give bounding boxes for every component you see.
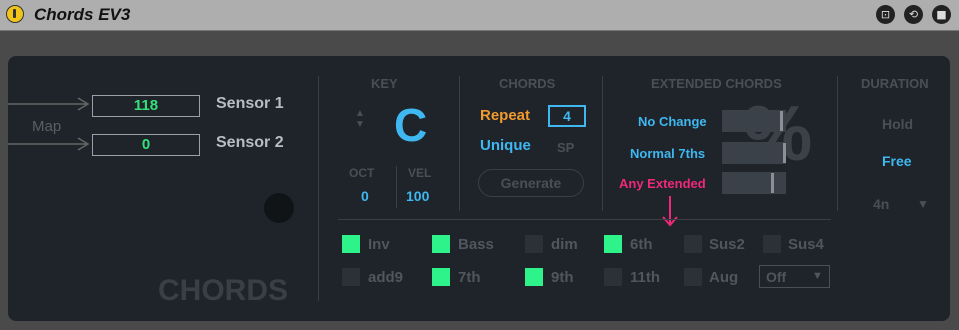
ext-slider-normal-7ths[interactable] [722,142,786,164]
vel-value[interactable]: 100 [406,188,429,204]
map-label: Map [32,118,62,135]
key-stepper-icon[interactable]: ▲ ▼ [355,108,365,130]
11th-label: 11th [630,269,661,286]
divider [396,166,397,208]
save-icon[interactable]: ■ [932,5,951,24]
ext-option-any-extended[interactable]: Any Extended [619,176,706,191]
ext-slider-no-change[interactable] [722,110,786,132]
duration-header: DURATION [861,76,929,91]
repeat-label[interactable]: Repeat [480,107,530,124]
inv-label: Inv [368,236,390,253]
aug-checkbox[interactable] [684,268,702,286]
sp-label[interactable]: SP [557,140,574,155]
vel-label: VEL [408,166,432,180]
inv-checkbox[interactable] [342,235,360,253]
11th-checkbox[interactable] [604,268,622,286]
divider [602,76,603,211]
knob[interactable] [264,193,294,223]
slider-marker [771,173,774,193]
sensor2-label: Sensor 2 [216,134,284,151]
9th-checkbox[interactable] [525,268,543,286]
divider [318,76,319,301]
bass-label: Bass [458,236,494,253]
slider-marker [783,143,786,163]
duration-hold[interactable]: Hold [882,116,913,132]
key-note[interactable]: C [394,98,427,152]
ext-slider-any-extended[interactable] [722,172,786,194]
add9-checkbox[interactable] [342,268,360,286]
duration-free[interactable]: Free [882,153,912,169]
7th-checkbox[interactable] [432,268,450,286]
add9-label: add9 [368,269,404,286]
key-header: KEY [371,76,398,91]
aug-label: Aug [709,269,739,286]
duration-note-value[interactable]: 4n [873,196,889,212]
off-select[interactable]: Off ▼ [759,265,830,288]
sensor1-value[interactable]: 118 [92,95,200,117]
sensor1-label: Sensor 1 [216,95,284,112]
slider-marker [780,111,783,131]
off-select-value: Off [766,269,787,285]
chevron-down-icon[interactable]: ▼ [917,197,929,211]
percent-icon: % [743,89,813,177]
9th-label: 9th [551,269,574,286]
chevron-down-icon: ▼ [812,270,823,282]
window-title: Chords EV3 [34,5,131,24]
brand-logo: CHORDS [158,274,289,307]
dim-checkbox[interactable] [525,235,543,253]
dim-label: dim [551,236,578,253]
generate-button[interactable]: Generate [478,169,584,197]
ext-option-no-change[interactable]: No Change [638,114,707,129]
unique-label[interactable]: Unique [480,137,531,154]
sus4-checkbox[interactable] [763,235,781,253]
device-panel: Map 118 0 Sensor 1 Sensor 2 CHORDS KEY ▲… [8,56,950,321]
sus2-checkbox[interactable] [684,235,702,253]
repeat-value[interactable]: 4 [548,105,586,127]
sensor2-value[interactable]: 0 [92,134,200,156]
6th-checkbox[interactable] [604,235,622,253]
oct-label: OCT [349,166,375,180]
divider [338,219,831,220]
divider [459,76,460,211]
mapping-icon[interactable]: ⊡ [876,5,895,24]
chords-header: CHORDS [499,76,556,91]
title-bar: Chords EV3 ⊡ ⟲ ■ [0,0,959,31]
7th-label: 7th [458,269,481,286]
ext-option-normal-7ths[interactable]: Normal 7ths [630,146,705,161]
oct-value[interactable]: 0 [361,188,369,204]
bass-checkbox[interactable] [432,235,450,253]
sync-icon[interactable]: ⟲ [904,5,923,24]
divider [837,76,838,211]
sus2-label: Sus2 [709,236,745,253]
power-icon[interactable] [6,5,24,23]
sus4-label: Sus4 [788,236,824,253]
6th-label: 6th [630,236,653,253]
selection-arrow-icon [662,196,678,227]
